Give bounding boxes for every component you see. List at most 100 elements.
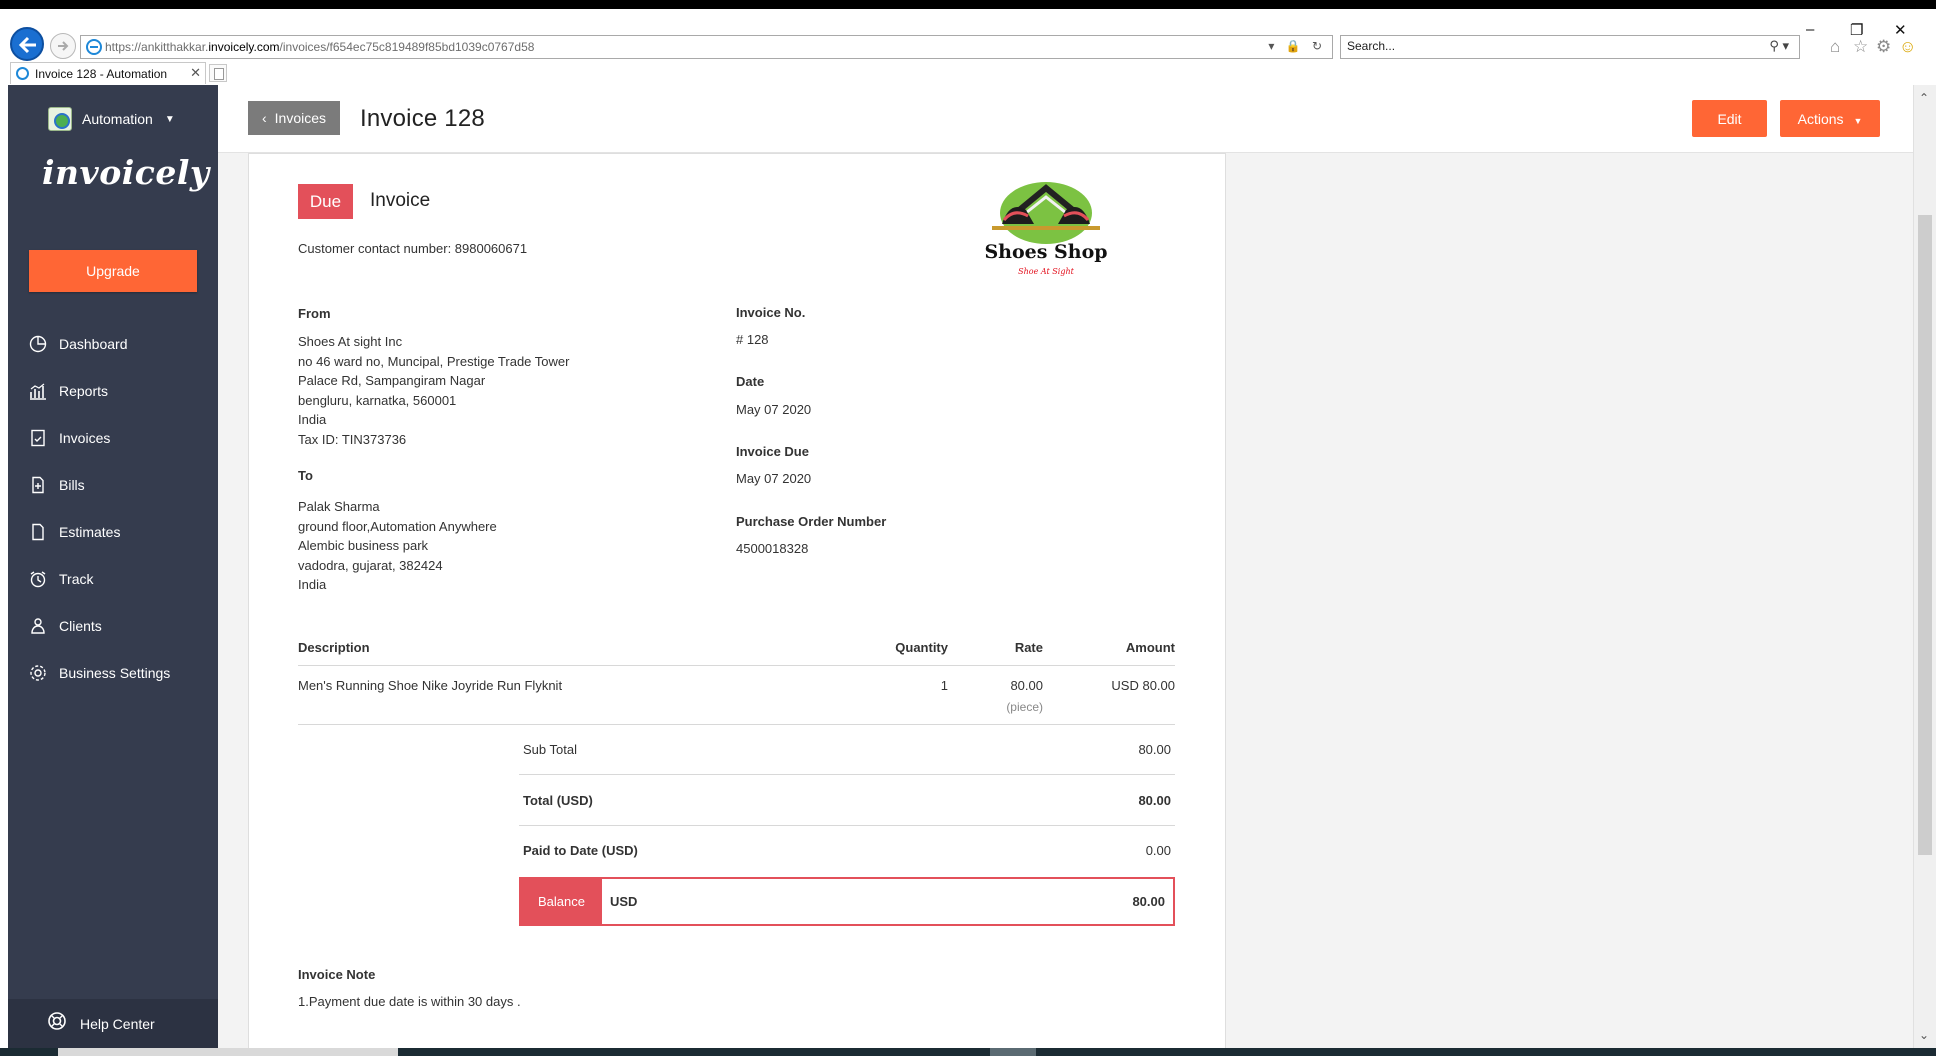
tools-gear-icon[interactable]: ⚙ <box>1876 37 1891 57</box>
sidebar-item-track[interactable]: Track <box>8 555 218 602</box>
favorites-star-icon[interactable]: ☆ <box>1853 37 1868 57</box>
table-row: Men's Running Shoe Nike Joyride Run Flyk… <box>298 665 1175 720</box>
paid-to-date-label: Paid to Date (USD) <box>523 843 638 858</box>
arrow-right-icon <box>58 41 69 51</box>
status-badge: Due <box>298 184 353 219</box>
address-bar[interactable]: https://ankitthakkar.invoicely.com/invoi… <box>80 35 1333 59</box>
item-rate: 80.00 <box>1010 677 1043 693</box>
invoice-number-label: Invoice No. <box>736 305 806 320</box>
invoice-due-date: May 07 2020 <box>736 471 812 486</box>
invoices-icon <box>28 428 48 448</box>
purchase-order-number: 4500018328 <box>736 541 809 556</box>
sidebar-item-label: Dashboard <box>59 335 128 352</box>
url-text[interactable]: https://ankitthakkar.invoicely.com/invoi… <box>105 40 534 54</box>
sidebar-item-label: Clients <box>59 617 102 634</box>
actions-label: Actions <box>1797 110 1844 127</box>
taskbar-item[interactable] <box>58 1048 398 1056</box>
sidebar-item-estimates[interactable]: Estimates <box>8 508 218 555</box>
sidebar-item-label: Bills <box>59 476 85 493</box>
sidebar-item-reports[interactable]: Reports <box>8 367 218 414</box>
browser-forward-button[interactable] <box>50 33 76 59</box>
actions-button[interactable]: Actions ▼ <box>1780 100 1880 137</box>
taskbar-item[interactable] <box>990 1048 1036 1056</box>
sidebar-nav: Dashboard Reports Invoices Bills Estimat… <box>8 320 218 696</box>
tab-favicon-icon <box>16 67 29 80</box>
reports-icon <box>28 381 48 401</box>
invoicely-logo[interactable]: invoicely <box>42 153 209 192</box>
sidebar-item-label: Estimates <box>59 523 121 540</box>
sidebar-item-business-settings[interactable]: Business Settings <box>8 649 218 696</box>
sidebar-item-invoices[interactable]: Invoices <box>8 414 218 461</box>
sidebar-item-bills[interactable]: Bills <box>8 461 218 508</box>
estimates-icon <box>28 522 48 542</box>
clients-icon <box>28 616 48 636</box>
balance-currency: USD <box>610 894 638 909</box>
search-icon[interactable]: ⚲ ▾ <box>1769 38 1789 54</box>
column-header: Quantity <box>748 631 948 666</box>
balance-box: Balance USD 80.00 <box>519 877 1175 926</box>
page-favicon-icon <box>86 39 102 55</box>
invoice-note: 1.Payment due date is within 30 days . <box>298 994 521 1009</box>
column-header: Description <box>298 631 748 666</box>
browser-back-button[interactable] <box>10 27 44 61</box>
edit-button[interactable]: Edit <box>1692 100 1767 137</box>
taskbar <box>0 1048 1936 1056</box>
page-scrollbar[interactable]: ⌃ ⌄ <box>1913 85 1936 1048</box>
new-tab-button[interactable] <box>209 64 227 82</box>
item-description: Men's Running Shoe Nike Joyride Run Flyk… <box>298 677 563 693</box>
minimize-icon[interactable]: – <box>1806 21 1814 38</box>
home-icon[interactable]: ⌂ <box>1830 37 1840 57</box>
address-bar-icons[interactable]: ▾ 🔒 ↻ <box>1268 39 1326 53</box>
item-unit: (piece) <box>1006 699 1043 714</box>
chevron-left-icon: ‹ <box>261 110 267 126</box>
tab-title: Invoice 128 - Automation <box>35 67 168 81</box>
organization-switcher[interactable]: Automation ▼ <box>48 106 175 132</box>
column-header: Amount <box>1043 631 1175 666</box>
table-header-row: Description Quantity Rate Amount <box>298 631 1175 666</box>
from-label: From <box>298 306 331 321</box>
help-center-icon <box>47 1011 67 1036</box>
customer-contact: Customer contact number: 8980060671 <box>298 241 528 256</box>
tab-close-icon[interactable]: ✕ <box>190 65 201 81</box>
chevron-down-icon[interactable]: ⌄ <box>1919 1028 1929 1042</box>
subtotal-row: Sub Total 80.00 <box>519 725 1175 775</box>
logo-tagline: Shoe At Sight <box>1018 267 1074 276</box>
sidebar-item-label: Invoices <box>59 429 111 446</box>
sidebar: Automation ▼ invoicely Upgrade Dashboard… <box>8 85 218 1048</box>
back-button-label: Invoices <box>274 110 327 126</box>
to-address: Palak Sharma ground floor,Automation Any… <box>298 499 497 593</box>
arrow-left-icon <box>18 36 36 54</box>
line-items-table: Description Quantity Rate Amount Men's R… <box>298 631 1175 720</box>
bills-icon <box>28 475 48 495</box>
dashboard-icon <box>28 334 48 354</box>
organization-name: Automation <box>82 111 153 127</box>
scrollbar-thumb[interactable] <box>1918 215 1932 855</box>
total-label: Total (USD) <box>523 793 593 808</box>
browser-tab[interactable]: Invoice 128 - Automation ✕ <box>10 62 206 84</box>
invoice-note-label: Invoice Note <box>298 967 376 982</box>
paid-to-date-value: 0.00 <box>1145 843 1171 858</box>
sidebar-item-dashboard[interactable]: Dashboard <box>8 320 218 367</box>
balance-label: Balance <box>521 879 602 924</box>
sidebar-item-label: Reports <box>59 382 109 399</box>
window-title-bar <box>0 0 1936 9</box>
browser-search-box[interactable]: ⚲ ▾ <box>1340 35 1800 59</box>
from-address: Shoes At sight Inc no 46 ward no, Muncip… <box>298 334 570 447</box>
chevron-up-icon[interactable]: ⌃ <box>1919 91 1929 105</box>
browser-search-input[interactable] <box>1347 39 1727 53</box>
sidebar-item-clients[interactable]: Clients <box>8 602 218 649</box>
item-quantity: 1 <box>940 677 948 693</box>
page-header: ‹ Invoices Invoice 128 Edit Actions ▼ <box>218 85 1913 153</box>
sidebar-item-label: Business Settings <box>59 664 171 681</box>
invoice-number: # 128 <box>736 332 769 347</box>
logo-text: Shoes Shop <box>984 241 1107 263</box>
help-center-button[interactable]: Help Center <box>8 999 218 1048</box>
content-area: Due Invoice Customer contact number: 898… <box>218 153 1913 1048</box>
sidebar-item-label: Track <box>59 570 94 587</box>
total-value: 80.00 <box>1138 793 1171 808</box>
caret-down-icon: ▼ <box>1853 115 1863 126</box>
invoice-due-label: Invoice Due <box>736 444 809 459</box>
upgrade-button[interactable]: Upgrade <box>29 250 197 292</box>
back-to-invoices-button[interactable]: ‹ Invoices <box>248 101 340 135</box>
smiley-feedback-icon[interactable]: ☺ <box>1899 37 1916 57</box>
